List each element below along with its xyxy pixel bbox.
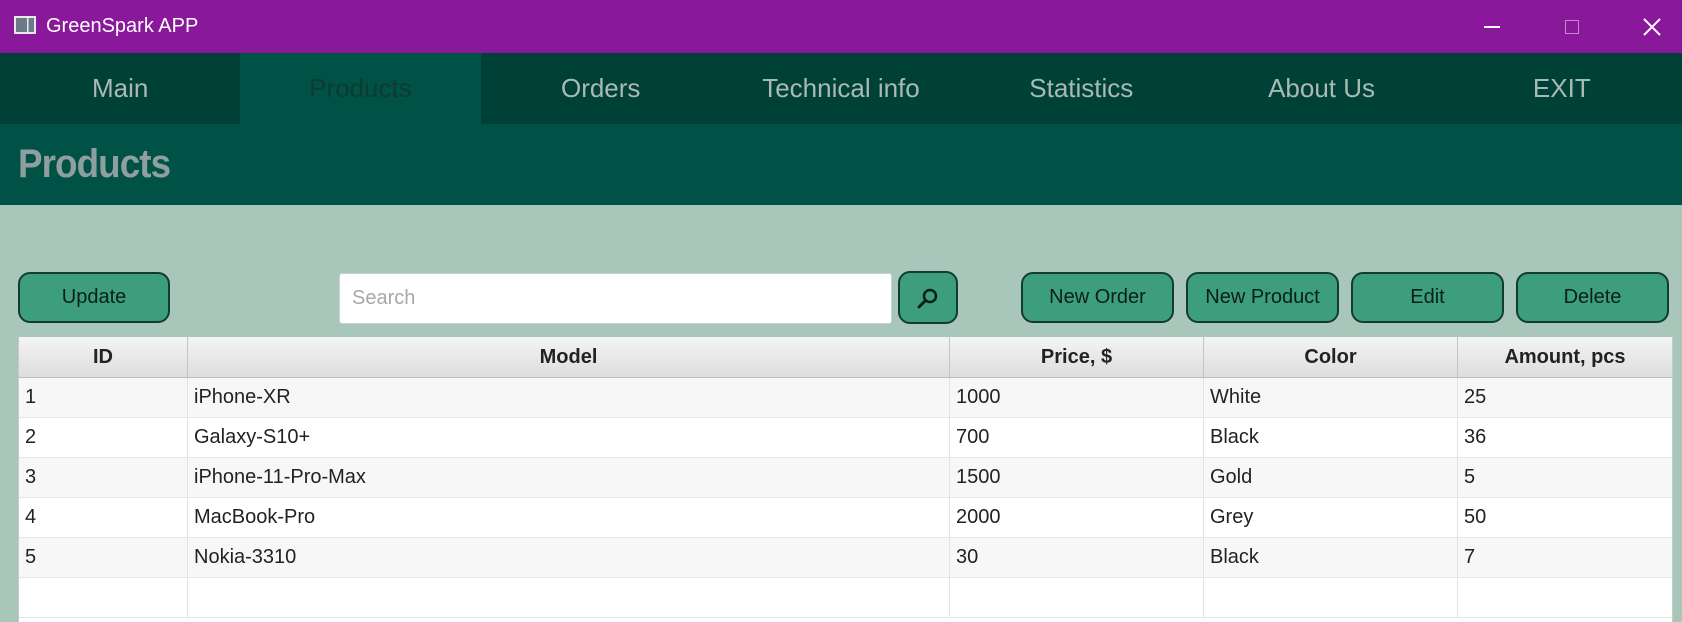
cell-model: iPhone-11-Pro-Max	[188, 458, 950, 497]
cell-color: Grey	[1204, 498, 1458, 537]
new-product-button[interactable]: New Product	[1186, 272, 1339, 323]
cell-price: 1000	[950, 378, 1204, 417]
column-header-id[interactable]: ID	[19, 337, 188, 377]
cell-id: 1	[19, 378, 188, 417]
cell-price: 30	[950, 538, 1204, 577]
cell-amount: 5	[1464, 466, 1476, 488]
cell-model: Nokia-3310	[188, 538, 950, 577]
table-header: ID Model Price, $ Color Amount, pcs	[19, 337, 1672, 378]
cell-model	[188, 578, 950, 617]
column-header-model[interactable]: Model	[188, 337, 950, 377]
search-input[interactable]	[339, 273, 892, 324]
table-row[interactable]: 5 Nokia-3310 30 Black 7	[19, 538, 1672, 578]
edit-button[interactable]: Edit	[1351, 272, 1504, 323]
cell-id: 2	[19, 418, 188, 457]
table-row[interactable]: 2 Galaxy-S10+ 700 Black 36	[19, 418, 1672, 458]
table-body: 1 iPhone-XR 1000 White 25 2 Galaxy-S10+ …	[19, 378, 1672, 618]
tab-about-us[interactable]: About Us	[1201, 53, 1441, 124]
table-row[interactable]: 1 iPhone-XR 1000 White 25	[19, 378, 1672, 418]
cell-id: 3	[19, 458, 188, 497]
magnifier-icon	[917, 288, 938, 308]
tab-statistics[interactable]: Statistics	[961, 53, 1201, 124]
tab-technical-info[interactable]: Technical info	[721, 53, 961, 124]
column-header-amount[interactable]: Amount, pcs	[1458, 337, 1672, 377]
table-row[interactable]: 4 MacBook-Pro 2000 Grey 50	[19, 498, 1672, 538]
cell-amount: 7	[1464, 546, 1476, 568]
cell-price: 700	[950, 418, 1204, 457]
app-window-icon	[14, 16, 36, 34]
page-title: Products	[18, 142, 171, 186]
cell-id	[19, 578, 188, 617]
cell-amount: 50	[1464, 506, 1487, 528]
column-header-price[interactable]: Price, $	[950, 337, 1204, 377]
search-button[interactable]	[898, 271, 958, 324]
delete-button[interactable]: Delete	[1516, 272, 1669, 323]
tab-exit[interactable]: EXIT	[1442, 53, 1682, 124]
cell-price: 2000	[950, 498, 1204, 537]
table-row-empty	[19, 578, 1672, 618]
app-window: GreenSpark APP Main Products Orders Tech…	[0, 0, 1682, 622]
maximize-button[interactable]	[1534, 0, 1610, 53]
tab-main[interactable]: Main	[0, 53, 240, 124]
cell-color: Gold	[1204, 458, 1458, 497]
cell-amount: 25	[1464, 386, 1487, 408]
cell-color: White	[1204, 378, 1458, 417]
tab-products[interactable]: Products	[240, 53, 481, 124]
cell-color: Black	[1204, 418, 1458, 457]
cell-model: MacBook-Pro	[188, 498, 950, 537]
cell-price	[950, 578, 1204, 617]
minimize-button[interactable]	[1454, 0, 1530, 53]
cell-model: Galaxy-S10+	[188, 418, 950, 457]
products-table: ID Model Price, $ Color Amount, pcs 1 iP…	[18, 337, 1673, 622]
main-nav: Main Products Orders Technical info Stat…	[0, 53, 1682, 124]
cell-amount	[1458, 578, 1672, 617]
column-header-color[interactable]: Color	[1204, 337, 1458, 377]
maximize-icon	[1565, 19, 1579, 34]
update-button[interactable]: Update	[18, 272, 170, 323]
page-header: Products	[0, 124, 1682, 205]
title-bar: GreenSpark APP	[0, 0, 1682, 53]
cell-color	[1204, 578, 1458, 617]
cell-color: Black	[1204, 538, 1458, 577]
cell-amount: 36	[1464, 426, 1487, 448]
tab-orders[interactable]: Orders	[481, 53, 721, 124]
cell-id: 4	[19, 498, 188, 537]
minimize-icon	[1484, 25, 1500, 28]
new-order-button[interactable]: New Order	[1021, 272, 1174, 323]
cell-price: 1500	[950, 458, 1204, 497]
window-title: GreenSpark APP	[46, 15, 199, 37]
table-row[interactable]: 3 iPhone-11-Pro-Max 1500 Gold 5	[19, 458, 1672, 498]
close-icon	[1643, 17, 1661, 36]
cell-model: iPhone-XR	[188, 378, 950, 417]
close-button[interactable]	[1614, 0, 1682, 53]
cell-id: 5	[19, 538, 188, 577]
